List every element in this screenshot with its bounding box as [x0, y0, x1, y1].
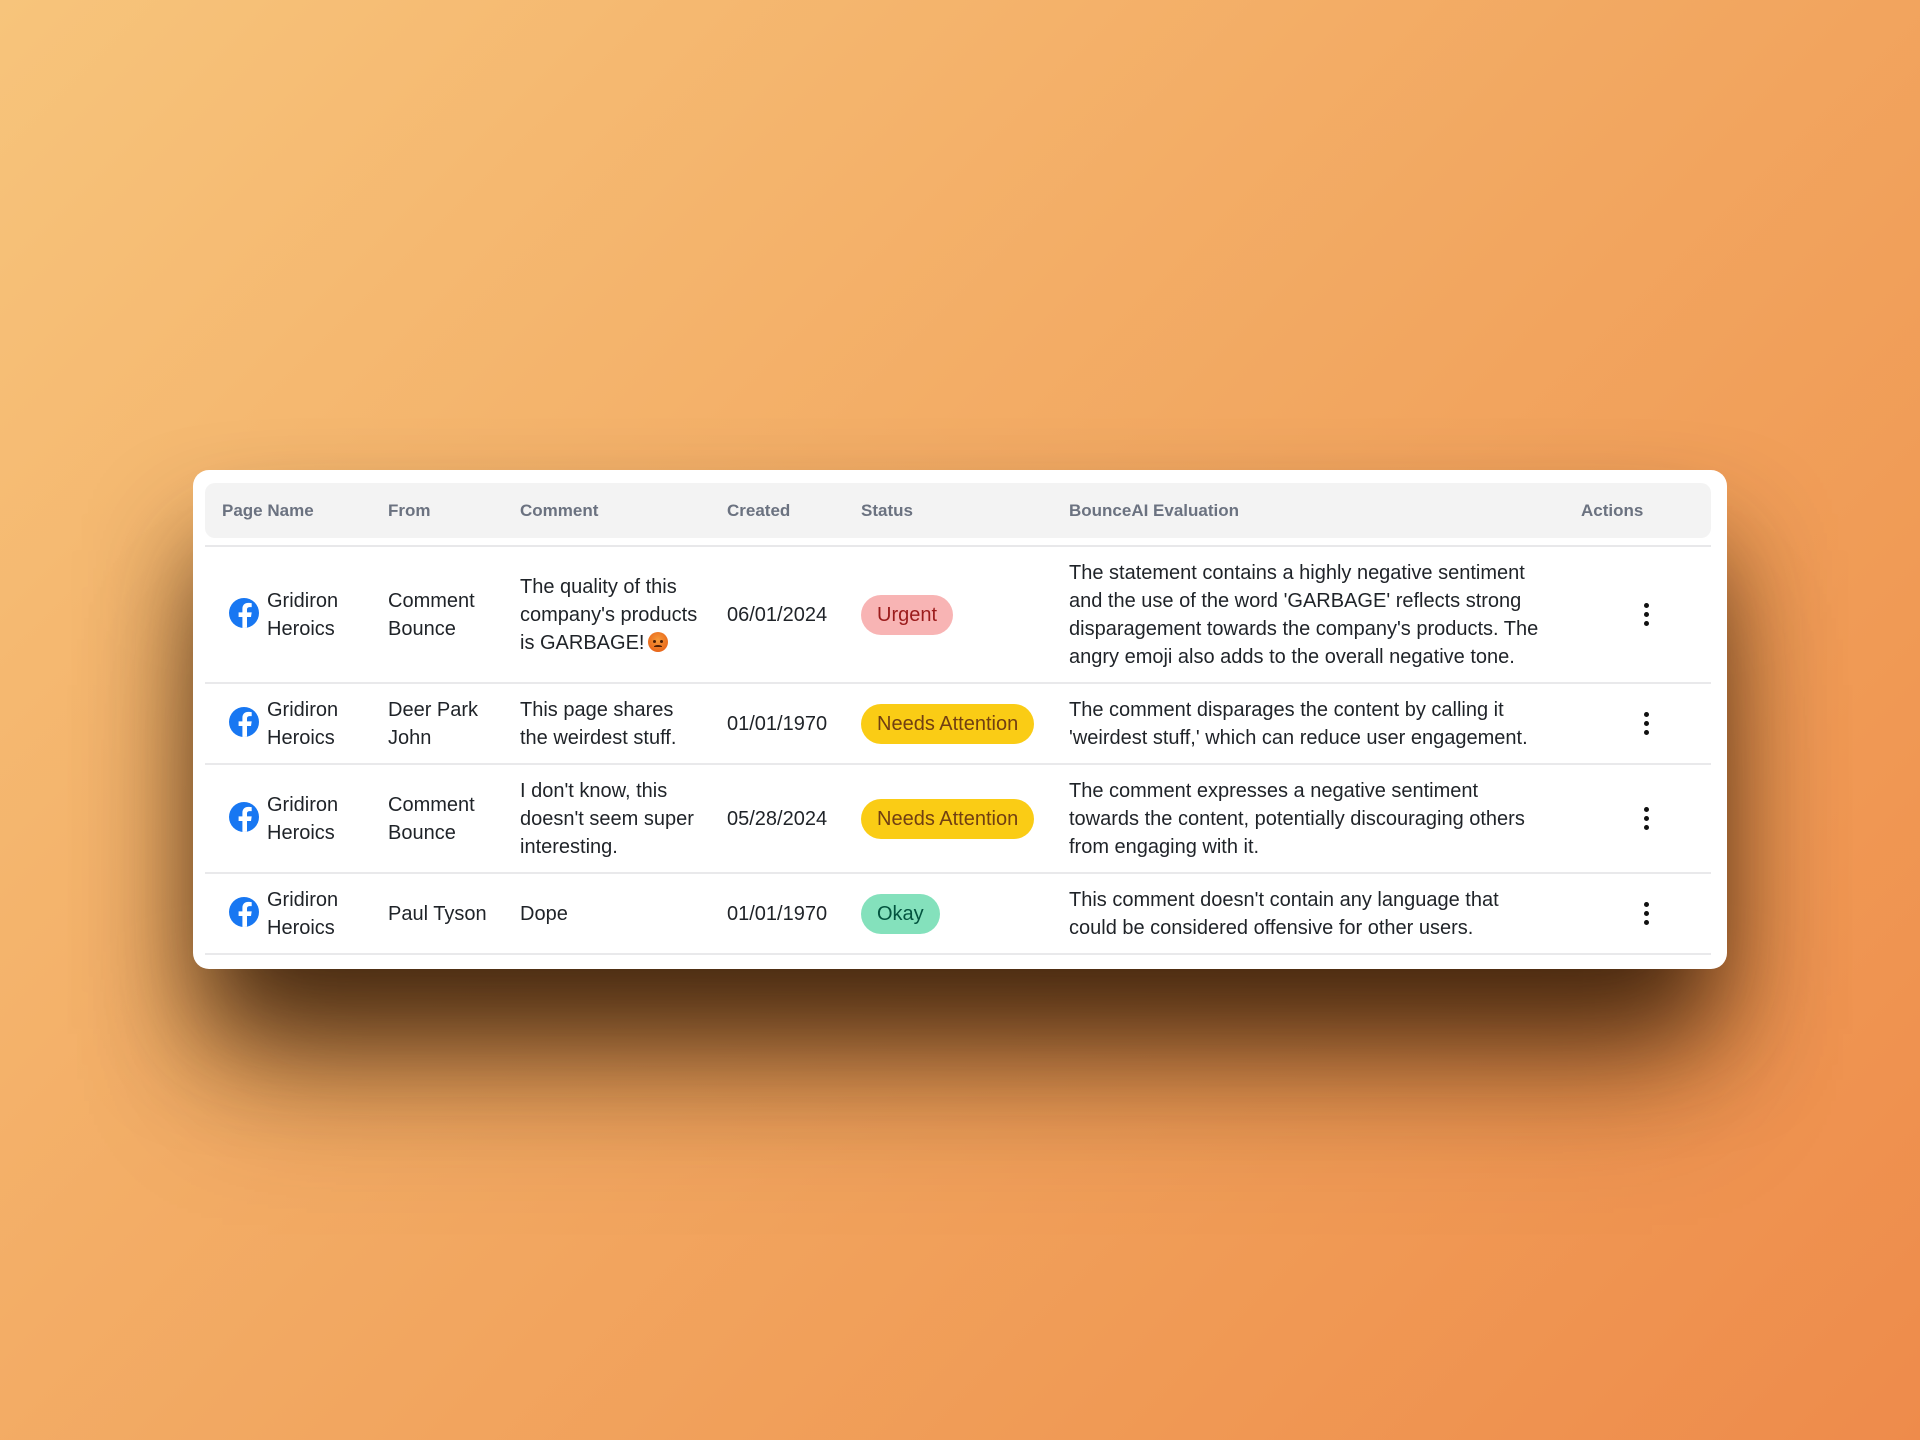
page-name: Gridiron Heroics: [267, 698, 339, 749]
evaluation-cell: The comment expresses a negative sentime…: [1069, 779, 1525, 858]
page-name-cell: Gridiron Heroics: [205, 886, 371, 942]
actions-cell: [1564, 805, 1711, 832]
angry-emoji-icon: [648, 631, 669, 652]
facebook-icon: [229, 706, 259, 737]
status-cell: Needs Attention: [844, 798, 1052, 839]
column-header-comment[interactable]: Comment: [503, 501, 710, 521]
status-badge-okay: Okay: [861, 893, 940, 934]
created-cell: 01/01/1970: [727, 902, 828, 925]
header-divider: [205, 538, 1711, 547]
comment-cell: This page shares the weirdest stuff.: [520, 698, 677, 749]
comment-text: The quality of this company's products i…: [520, 575, 698, 654]
comment-cell: I don't know, this doesn't seem super in…: [520, 779, 694, 858]
comment-cell: The quality of this company's products i…: [503, 573, 710, 657]
from-cell: Deer Park John: [388, 698, 479, 749]
status-badge-needs-attention: Needs Attention: [861, 798, 1035, 839]
evaluation-cell: The statement contains a highly negative…: [1069, 561, 1539, 668]
page-name-cell: Gridiron Heroics: [205, 791, 371, 847]
status-badge-needs-attention: Needs Attention: [861, 703, 1035, 744]
column-header-actions: Actions: [1581, 500, 1644, 520]
more-vertical-icon[interactable]: [1636, 900, 1656, 927]
page-name-cell: Gridiron Heroics: [205, 696, 371, 752]
page-name: Gridiron Heroics: [267, 793, 339, 844]
more-vertical-icon[interactable]: [1636, 601, 1656, 628]
status-cell: Needs Attention: [844, 703, 1052, 744]
actions-cell: [1564, 710, 1711, 737]
comment-cell: Dope: [520, 902, 568, 925]
more-vertical-icon[interactable]: [1636, 805, 1656, 832]
actions-cell: [1564, 900, 1711, 927]
table-row[interactable]: Gridiron Heroics Comment Bounce I don't …: [205, 765, 1711, 874]
created-cell: 06/01/2024: [727, 603, 828, 626]
facebook-icon: [229, 597, 259, 628]
page-name: Gridiron Heroics: [267, 589, 339, 640]
table-row[interactable]: Gridiron Heroics Comment Bounce The qual…: [205, 547, 1711, 684]
table-header: Page Name From Comment Created Status Bo…: [205, 483, 1711, 538]
actions-cell: [1564, 601, 1711, 628]
page-name-cell: Gridiron Heroics: [205, 587, 371, 643]
table-row[interactable]: Gridiron Heroics Paul Tyson Dope 01/01/1…: [205, 874, 1711, 955]
comments-table-card: Page Name From Comment Created Status Bo…: [193, 470, 1727, 969]
more-vertical-icon[interactable]: [1636, 710, 1656, 737]
status-cell: Urgent: [844, 594, 1052, 635]
page-name: Gridiron Heroics: [267, 888, 339, 939]
status-badge-urgent: Urgent: [861, 594, 954, 635]
status-cell: Okay: [844, 893, 1052, 934]
column-header-created[interactable]: Created: [710, 501, 844, 521]
comments-table: Page Name From Comment Created Status Bo…: [205, 483, 1711, 955]
from-cell: Comment Bounce: [388, 793, 475, 844]
column-header-from[interactable]: From: [371, 501, 503, 521]
evaluation-cell: The comment disparages the content by ca…: [1069, 698, 1528, 749]
column-header-page-name[interactable]: Page Name: [205, 501, 371, 521]
evaluation-cell: This comment doesn't contain any languag…: [1069, 888, 1499, 939]
created-cell: 01/01/1970: [727, 712, 828, 735]
created-cell: 05/28/2024: [727, 807, 828, 830]
column-header-status[interactable]: Status: [844, 501, 1052, 521]
facebook-icon: [229, 801, 259, 832]
from-cell: Paul Tyson: [388, 902, 487, 925]
facebook-icon: [229, 896, 259, 927]
from-cell: Comment Bounce: [388, 589, 475, 640]
table-row[interactable]: Gridiron Heroics Deer Park John This pag…: [205, 684, 1711, 765]
column-header-evaluation[interactable]: BounceAI Evaluation: [1052, 501, 1564, 521]
